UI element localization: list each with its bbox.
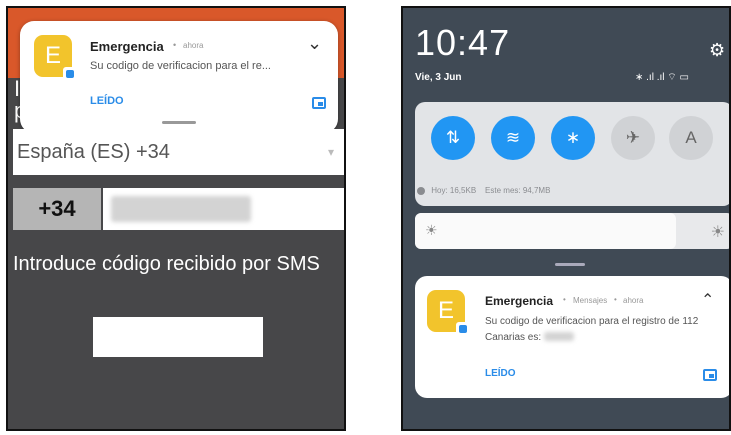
settings-gear-icon[interactable]: ⚙ [709,40,725,61]
brightness-slider[interactable]: ☀ ☀ [415,213,729,249]
right-phone-screen: 10:47 ⚙ Vie, 3 Jun ∗ .ıl .ıl ⌔ ▭ ⇅ ≋ ∗ ✈… [401,6,731,431]
messages-badge-icon [456,322,469,335]
auto-brightness-toggle-icon[interactable]: A [669,116,713,160]
notification-category: Mensajes [573,296,608,305]
mark-read-button[interactable]: LEÍDO [485,368,516,379]
expand-icon[interactable] [703,369,717,381]
country-select[interactable]: España (ES) +34 ▾ [13,129,344,175]
app-icon-letter: E [44,42,61,69]
meta-separator: • [614,295,617,304]
notification-handle[interactable] [162,121,196,124]
date-label: Vie, 3 Jun [415,72,462,83]
meta-separator: • [563,295,566,304]
emergencia-app-icon: E [34,35,76,80]
data-usage-icon [417,186,425,195]
notification-card-expanded[interactable]: E Emergencia • Mensajes • ahora ⌃ Su cod… [415,276,729,398]
wifi-toggle-icon[interactable]: ≋ [491,116,535,160]
notification-card[interactable]: E Emergencia • ahora ⌄ Su codigo de veri… [20,21,338,133]
expand-icon[interactable] [312,97,326,109]
redacted-phone-number [111,196,251,222]
left-phone-screen: I p E Emergencia • ahora ⌄ Su codigo de … [6,6,346,431]
dropdown-arrow-icon: ▾ [327,145,334,159]
bluetooth-toggle-icon[interactable]: ∗ [551,116,595,160]
phone-prefix: +34 [13,188,101,230]
notification-time: ahora [623,296,644,305]
notification-title: Emergencia [485,294,554,308]
mark-read-button[interactable]: LEÍDO [90,95,124,107]
notification-title: Emergencia [90,39,164,54]
panel-drag-handle[interactable] [555,263,585,266]
clock-time: 10:47 [415,22,511,63]
app-icon-letter: E [437,297,454,324]
notification-time: ahora [183,41,204,50]
messages-badge-icon [63,67,76,80]
data-usage-row: Hoy: 16,5KB Este mes: 94,7MB [417,186,550,195]
notification-body: Su codigo de verificacion para el re... [90,60,271,72]
chevron-up-icon[interactable]: ⌃ [701,290,714,310]
sms-code-input[interactable] [93,317,263,357]
sms-code-label: Introduce código recibido por SMS [13,253,320,275]
redacted-code [543,332,574,341]
brightness-low-icon: ☀ [425,222,438,238]
brightness-high-icon: ☀ [710,224,725,241]
country-select-value: España (ES) +34 [17,141,170,163]
status-bar-icons: ∗ .ıl .ıl ⌔ ▭ [635,72,689,83]
data-usage-month: Este mes: 94,7MB [485,186,551,195]
notification-body: Su codigo de verificacion para el regist… [485,314,721,346]
phone-number-field[interactable] [103,188,344,230]
data-usage-today: Hoy: 16,5KB [431,186,477,195]
emergencia-app-icon: E [427,290,469,335]
airplane-mode-toggle-icon[interactable]: ✈ [611,116,655,160]
notification-body-text: Su codigo de verificacion para el regist… [485,316,699,343]
mobile-data-toggle-icon[interactable]: ⇅ [431,116,475,160]
brightness-slider-fill [415,213,676,249]
chevron-down-icon[interactable]: ⌄ [307,33,322,54]
meta-separator: • [173,40,177,50]
